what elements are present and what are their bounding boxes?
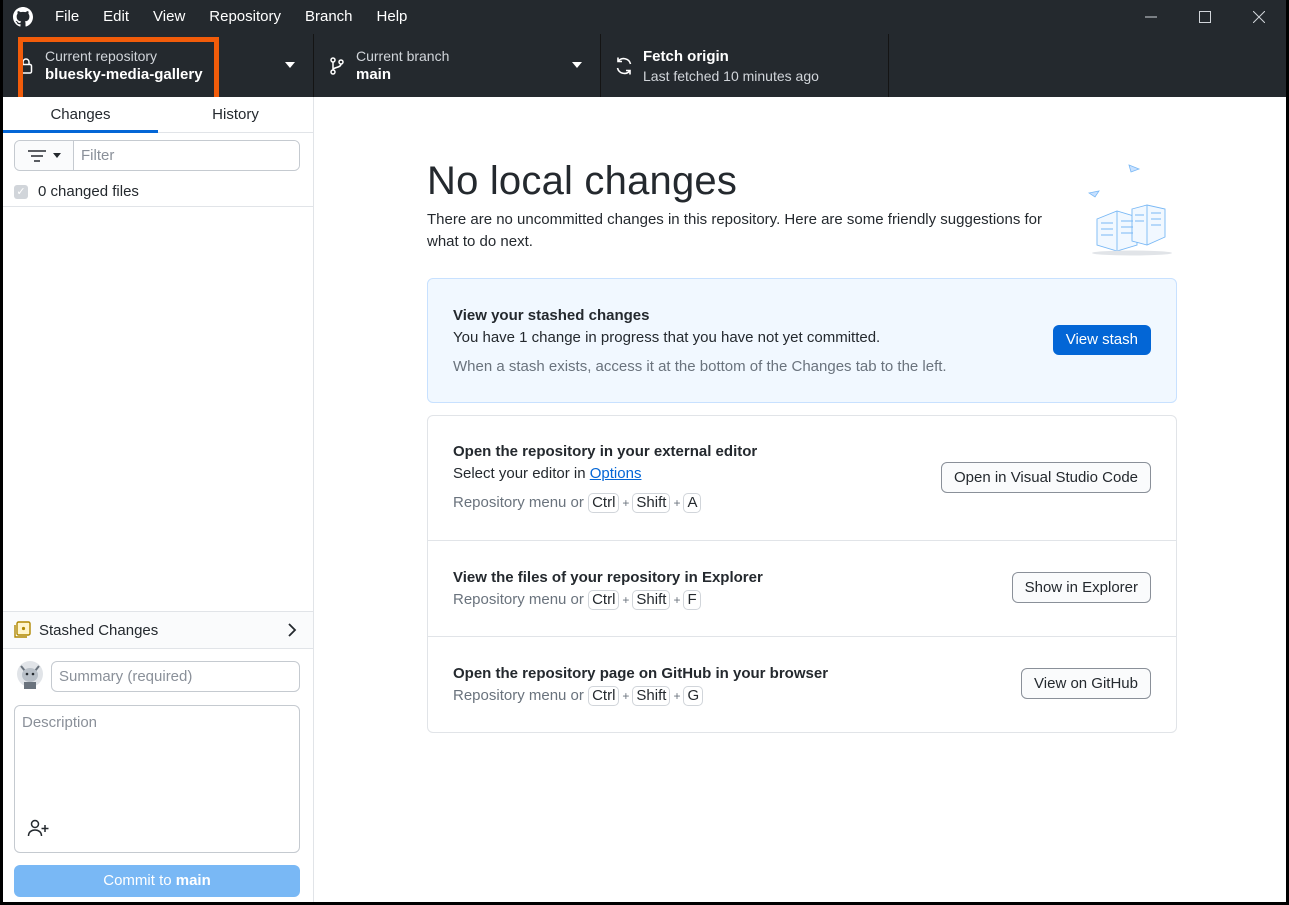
stash-card: View your stashed changes You have 1 cha…	[427, 278, 1177, 403]
stashed-changes-row[interactable]: Stashed Changes	[3, 611, 313, 649]
editor-action-title: Open the repository in your external edi…	[453, 443, 758, 460]
view-stash-button[interactable]: View stash	[1052, 325, 1151, 355]
git-branch-icon	[314, 56, 356, 75]
page-subtitle: There are no uncommitted changes in this…	[427, 211, 1043, 250]
key-f: F	[683, 590, 701, 610]
key-plus: +	[673, 593, 681, 607]
no-changes-panel: No local changes There are no uncommitte…	[427, 157, 1177, 733]
key-plus: +	[622, 689, 630, 703]
chevron-down-icon	[572, 62, 582, 68]
commit-button[interactable]: Commit to main	[14, 865, 300, 897]
stash-card-text: You have 1 change in progress that you h…	[453, 329, 881, 346]
key-ctrl: Ctrl	[588, 590, 620, 610]
current-branch-name: main	[356, 65, 392, 83]
commit-description-input[interactable]	[15, 706, 299, 816]
menu-file[interactable]: File	[43, 0, 91, 34]
chevron-right-icon	[288, 623, 297, 637]
github-hint-text: Repository menu or	[453, 687, 584, 704]
person-add-icon	[27, 819, 49, 837]
fetch-origin-button[interactable]: Fetch origin Last fetched 10 minutes ago	[601, 34, 889, 97]
add-coauthor-button[interactable]	[27, 819, 51, 842]
options-link[interactable]: Options	[590, 465, 642, 482]
sync-icon	[601, 56, 643, 76]
current-repository-name: bluesky-media-gallery	[45, 65, 203, 83]
stash-card-title: View your stashed changes	[453, 307, 650, 324]
menu-view[interactable]: View	[141, 0, 197, 34]
current-repository-dropdown[interactable]: Current repository bluesky-media-gallery	[3, 34, 314, 104]
current-branch-dropdown[interactable]: Current branch main	[314, 34, 601, 97]
select-all-checkbox[interactable]: ✓	[14, 184, 28, 199]
commit-summary-input[interactable]	[51, 661, 300, 692]
key-plus: +	[622, 593, 630, 607]
empty-state-illustration	[1087, 157, 1177, 257]
editor-action-row: Open the repository in your external edi…	[428, 416, 1176, 541]
window-controls	[1124, 0, 1286, 34]
lock-icon	[3, 57, 45, 74]
current-branch-label: Current branch	[356, 47, 450, 64]
filter-options-button[interactable]	[15, 141, 74, 170]
filter-icon	[28, 149, 46, 162]
chevron-down-icon	[53, 153, 61, 158]
key-shift: Shift	[632, 493, 671, 513]
github-logo-icon	[3, 0, 43, 34]
last-fetched-text: Last fetched 10 minutes ago	[643, 67, 819, 84]
changed-files-count: 0 changed files	[38, 183, 139, 200]
stash-card-hint: When a stash exists, access it at the bo…	[453, 358, 947, 375]
explorer-hint-text: Repository menu or	[453, 591, 584, 608]
tab-changes[interactable]: Changes	[3, 97, 158, 133]
editor-action-hint: Repository menu or Ctrl + Shift + A	[453, 492, 1151, 514]
key-a: A	[683, 493, 702, 513]
menu-edit[interactable]: Edit	[91, 0, 141, 34]
menu-branch[interactable]: Branch	[293, 0, 365, 34]
changed-files-header: ✓ 0 changed files	[3, 177, 313, 207]
filter-input[interactable]	[74, 141, 299, 170]
suggested-actions-card: Open the repository in your external edi…	[427, 415, 1177, 733]
github-action-row: Open the repository page on GitHub in yo…	[428, 637, 1176, 733]
stashed-changes-label: Stashed Changes	[39, 621, 159, 639]
commit-button-prefix: Commit to	[103, 872, 176, 889]
key-plus: +	[673, 496, 681, 510]
explorer-action-row: View the files of your repository in Exp…	[428, 541, 1176, 637]
commit-button-branch: main	[175, 872, 211, 889]
show-in-explorer-button[interactable]: Show in Explorer	[1011, 572, 1151, 603]
maximize-icon	[1199, 11, 1211, 23]
maximize-button[interactable]	[1178, 0, 1232, 34]
menu-help[interactable]: Help	[365, 0, 420, 34]
key-g: G	[683, 686, 704, 706]
editor-hint-text: Repository menu or	[453, 494, 584, 511]
current-repository-label: Current repository	[45, 47, 158, 64]
key-plus: +	[673, 689, 681, 703]
stash-icon	[14, 621, 31, 638]
minimize-icon	[1145, 16, 1157, 18]
key-plus: +	[622, 496, 630, 510]
view-on-github-button[interactable]: View on GitHub	[1021, 668, 1151, 699]
filter-bar	[14, 140, 300, 171]
github-desktop-window: File Edit View Repository Branch Help Cu…	[3, 0, 1286, 902]
chevron-down-icon	[285, 62, 295, 68]
key-ctrl: Ctrl	[588, 493, 620, 513]
main-content: No local changes There are no uncommitte…	[315, 97, 1286, 902]
sidebar-tabs: Changes History	[3, 97, 313, 133]
menu-bar: File Edit View Repository Branch Help	[3, 0, 1286, 34]
fetch-origin-title: Fetch origin	[643, 47, 729, 65]
tab-history[interactable]: History	[158, 97, 313, 132]
minimize-button[interactable]	[1124, 0, 1178, 34]
key-ctrl: Ctrl	[588, 686, 620, 706]
commit-description-box	[14, 705, 300, 853]
sidebar: Changes History ✓ 0 changed files Stashe…	[3, 97, 314, 902]
key-shift: Shift	[632, 590, 671, 610]
close-icon	[1253, 11, 1265, 23]
key-shift: Shift	[632, 686, 671, 706]
page-title: No local changes	[427, 159, 738, 203]
toolbar: Current repository bluesky-media-gallery…	[3, 34, 1286, 104]
editor-action-text-prefix: Select your editor in	[453, 465, 590, 482]
menu-repository[interactable]: Repository	[197, 0, 293, 34]
open-in-vscode-button[interactable]: Open in Visual Studio Code	[940, 462, 1151, 493]
avatar	[16, 660, 44, 690]
close-button[interactable]	[1232, 0, 1286, 34]
